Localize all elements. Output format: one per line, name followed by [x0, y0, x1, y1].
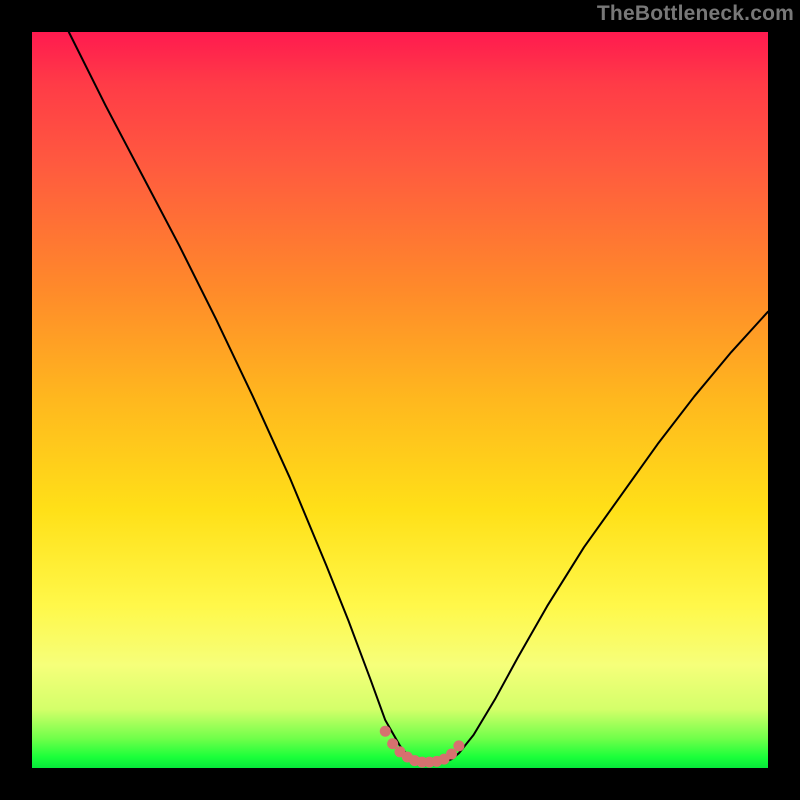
- marker-dot: [387, 738, 398, 749]
- chart-svg: [32, 32, 768, 768]
- marker-dot: [446, 749, 457, 760]
- marker-dot: [453, 740, 464, 751]
- watermark-label: TheBottleneck.com: [597, 2, 794, 26]
- curve-path: [69, 32, 768, 763]
- marker-dot: [380, 726, 391, 737]
- chart-frame: TheBottleneck.com: [0, 0, 800, 800]
- plot-area: [32, 32, 768, 768]
